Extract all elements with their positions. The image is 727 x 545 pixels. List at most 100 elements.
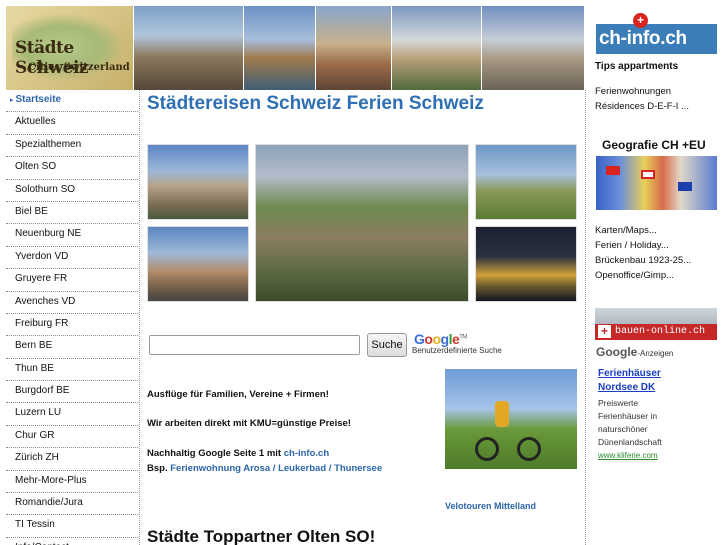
flag-icon	[606, 166, 620, 175]
nav-item[interactable]: Chur GR	[6, 426, 138, 449]
nav-item-label: Chur GR	[15, 429, 55, 441]
site-header: Städte Schweiz Cities Switzerland	[6, 6, 584, 90]
nav-item-label: Gruyere FR	[15, 273, 68, 285]
ad-text-line: Preiswerte	[598, 398, 639, 408]
nav-item[interactable]: Thun BE	[6, 359, 138, 382]
nav-item[interactable]: Luzern LU	[6, 403, 138, 426]
google-ads-logo: Google	[596, 345, 638, 359]
europe-flags-map[interactable]	[596, 156, 717, 210]
header-photo-old-town	[315, 6, 391, 90]
nav-item[interactable]: Info/Contact	[6, 538, 138, 545]
chinfo-logo[interactable]: ch-info.ch	[596, 24, 717, 54]
ferienwohnungen-link[interactable]: Ferienwohnungen	[595, 86, 671, 97]
nav-item-label: Neuenburg NE	[15, 228, 82, 240]
nav-item[interactable]: Romandie/Jura	[6, 493, 138, 516]
nav-item[interactable]: Neuenburg NE	[6, 224, 138, 247]
google-logo: GoogleTM	[414, 331, 467, 347]
nav-item[interactable]: Freiburg FR	[6, 314, 138, 337]
nav-item-label: Thun BE	[15, 362, 54, 374]
nav-item[interactable]: TI Tessin	[6, 515, 138, 538]
nav-item-label: Yverdon VD	[15, 250, 69, 262]
google-ads-suffix: -Anzeigen	[637, 349, 674, 358]
karten-maps-link[interactable]: Karten/Maps...	[595, 225, 657, 236]
logo-subtitle: Cities Switzerland	[28, 62, 130, 73]
nav-item-label: Freiburg FR	[15, 317, 69, 329]
ferienwohnung-arosa-link[interactable]: Ferienwohnung Arosa	[170, 463, 270, 474]
nav-item[interactable]: Solothurn SO	[6, 180, 138, 202]
leukerbad-link[interactable]: Leukerbad	[278, 463, 326, 474]
photo-old-town-square[interactable]	[147, 226, 249, 302]
nav-item-label: Solothurn SO	[15, 183, 76, 195]
nav-item[interactable]: Zürich ZH	[6, 448, 138, 471]
left-navigation: ▸ Startseite Aktuelles Spezialthemen Olten S…	[6, 90, 138, 545]
nav-item[interactable]: Biel BE	[6, 202, 138, 225]
google-ads-label: Google-Anzeigen	[596, 345, 673, 359]
nav-item-label: Olten SO	[15, 161, 57, 173]
intro-line-families: Ausflüge für Familien, Vereine + Firmen!	[147, 389, 329, 400]
tips-title: Tips appartments	[595, 61, 679, 72]
bauen-online-label: bauen-online.ch	[595, 324, 717, 340]
search-input[interactable]	[149, 335, 360, 355]
ad-url-link[interactable]: www.kliferie.com	[598, 451, 658, 460]
velotouren-link[interactable]: Velotouren Mittelland	[445, 501, 536, 511]
photo-castle-meadow[interactable]	[475, 144, 577, 220]
swiss-cross-icon: +	[633, 13, 648, 28]
nav-item[interactable]: Burgdorf BE	[6, 381, 138, 404]
ferien-holiday-link[interactable]: Ferien / Holiday...	[595, 240, 669, 251]
intro-line-examples: Bsp. Ferienwohnung Arosa / Leukerbad / T…	[147, 463, 382, 474]
ad-title-line2[interactable]: Nordsee DK	[598, 382, 655, 393]
cyclist-figure	[495, 401, 509, 427]
nav-item-label: Mehr-More-Plus	[15, 474, 87, 486]
intro-google-text: Nachhaltig Google Seite 1 mit	[147, 448, 284, 459]
nav-item[interactable]: Olten SO	[6, 157, 138, 180]
ad-text-line: naturschöner	[598, 424, 648, 434]
link-separator: /	[270, 463, 279, 474]
nav-item-label: Romandie/Jura	[15, 497, 83, 509]
active-bullet-icon: ▸	[10, 97, 14, 104]
bike-wheel	[517, 437, 541, 461]
photo-city-panorama[interactable]	[255, 144, 469, 302]
nav-item[interactable]: ▸ Startseite	[6, 90, 138, 113]
nav-item-label: Aktuelles	[15, 116, 56, 128]
flag-icon	[678, 182, 692, 191]
site-logo[interactable]: Städte Schweiz Cities Switzerland	[6, 6, 133, 90]
nav-item[interactable]: Bern BE	[6, 336, 138, 359]
geografie-title[interactable]: Geografie CH +EU	[602, 138, 706, 152]
search-button[interactable]: Suche	[367, 333, 407, 357]
nav-item-label: Zürich ZH	[15, 452, 59, 464]
openoffice-gimp-link[interactable]: Openoffice/Gimp...	[595, 270, 674, 281]
velotouren-photo[interactable]	[445, 369, 577, 469]
header-photo-strip	[133, 6, 584, 90]
photo-federal-palace[interactable]	[147, 144, 249, 220]
residences-link[interactable]: Résidences D-E-F-I ...	[595, 101, 689, 112]
header-photo-cathedral-view	[481, 6, 584, 90]
nav-item[interactable]: Yverdon VD	[6, 247, 138, 270]
header-photo-city-street	[133, 6, 243, 90]
brueckenbau-link[interactable]: Brückenbau 1923-25...	[595, 255, 691, 266]
nav-item[interactable]: Avenches VD	[6, 292, 138, 314]
nav-item-label: Bern BE	[15, 340, 53, 352]
google-logo-letter: g	[440, 331, 450, 347]
nav-item-label: Biel BE	[15, 205, 48, 217]
chinfo-link[interactable]: ch-info.ch	[284, 448, 329, 459]
swiss-cross-icon: +	[598, 325, 611, 338]
flag-icon	[641, 170, 655, 179]
header-photo-castle	[391, 6, 481, 90]
right-sidebar: ch-info.ch + Tips appartments Ferienwohn…	[590, 6, 727, 545]
nav-item-label: Avenches VD	[15, 295, 76, 307]
header-photo-chapel-bridge	[243, 6, 315, 90]
thunersee-link[interactable]: Thunersee	[334, 463, 382, 474]
photo-night-lake[interactable]	[475, 226, 577, 302]
ad-title-line1[interactable]: Ferienhäuser	[598, 368, 661, 379]
google-logo-letter: o	[432, 331, 441, 347]
nav-item[interactable]: Aktuelles	[6, 112, 138, 135]
nav-item[interactable]: Spezialthemen	[6, 135, 138, 158]
ad-text-line: Dünenlandschaft	[598, 437, 662, 447]
intro-line-google: Nachhaltig Google Seite 1 mit ch-info.ch	[147, 448, 329, 459]
nav-item[interactable]: Mehr-More-Plus	[6, 471, 138, 494]
examples-prefix: Bsp.	[147, 463, 171, 474]
bike-wheel	[475, 437, 499, 461]
nav-item-label: Spezialthemen	[15, 138, 82, 150]
nav-item[interactable]: Gruyere FR	[6, 269, 138, 292]
bauen-online-banner[interactable]: bauen-online.ch +	[595, 308, 717, 340]
